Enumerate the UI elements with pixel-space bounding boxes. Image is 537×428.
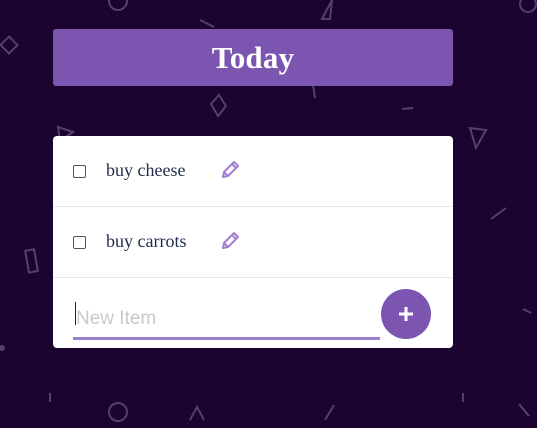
pencil-icon[interactable]: [219, 230, 241, 252]
item-label: buy carrots: [106, 231, 187, 251]
list-item: buy cheese: [53, 136, 453, 207]
item-checkbox[interactable]: [73, 236, 86, 249]
header-bar: Today: [53, 29, 453, 86]
page-title: Today: [211, 39, 295, 75]
plus-icon: [399, 307, 413, 321]
list-item: buy carrots: [53, 207, 453, 278]
new-item-input[interactable]: [73, 294, 380, 340]
text-caret: [75, 302, 76, 325]
item-label: buy cheese: [106, 160, 186, 180]
todo-card: buy cheese buy carrots: [53, 136, 453, 348]
add-item-button[interactable]: [381, 289, 431, 339]
pencil-icon[interactable]: [219, 159, 241, 181]
item-checkbox[interactable]: [73, 165, 86, 178]
